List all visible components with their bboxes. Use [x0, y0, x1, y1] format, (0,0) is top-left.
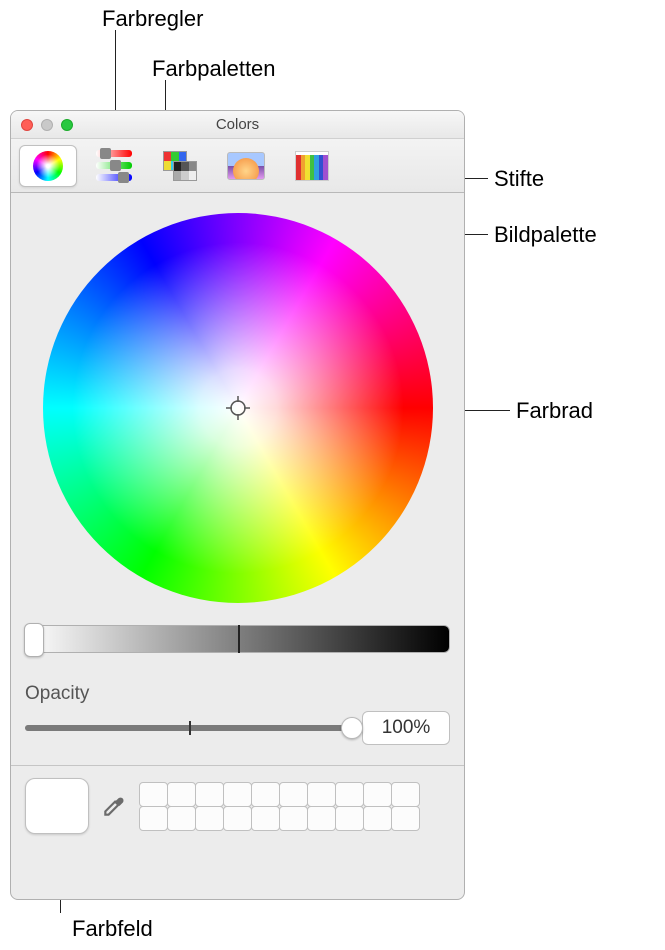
swatch-bar: [11, 765, 464, 844]
swatch-cell[interactable]: [167, 806, 196, 831]
swatch-cell[interactable]: [223, 782, 252, 807]
swatch-cell[interactable]: [391, 806, 420, 831]
swatch-cell[interactable]: [391, 782, 420, 807]
swatch-cell[interactable]: [307, 806, 336, 831]
current-color-swatch[interactable]: [25, 778, 89, 834]
opacity-value-field[interactable]: 100%: [362, 711, 450, 745]
toolbar: [11, 139, 464, 193]
swatch-cell[interactable]: [279, 782, 308, 807]
swatch-cell[interactable]: [279, 806, 308, 831]
close-button[interactable]: [21, 119, 33, 131]
callout-farbregler: Farbregler: [102, 6, 203, 32]
slider-tick: [238, 625, 240, 653]
sliders-icon: [96, 150, 132, 181]
callout-stifte: Stifte: [494, 166, 544, 192]
titlebar: Colors: [11, 111, 464, 139]
opacity-thumb[interactable]: [341, 717, 363, 739]
swatch-cell[interactable]: [363, 782, 392, 807]
callout-bildpalette: Bildpalette: [494, 222, 597, 248]
swatch-cell[interactable]: [195, 782, 224, 807]
image-icon: [227, 152, 265, 180]
pencils-icon: [295, 151, 329, 181]
color-wheel[interactable]: [43, 213, 433, 603]
eyedropper-icon: [101, 793, 127, 819]
swatch-cell[interactable]: [139, 806, 168, 831]
swatch-cell[interactable]: [223, 806, 252, 831]
callout-farbrad: Farbrad: [516, 398, 593, 424]
zoom-button[interactable]: [61, 119, 73, 131]
traffic-lights: [11, 119, 73, 131]
opacity-slider[interactable]: [25, 725, 352, 731]
swatch-cell[interactable]: [307, 782, 336, 807]
colors-window: Colors: [10, 110, 465, 900]
tab-pencils[interactable]: [283, 145, 341, 187]
swatch-grid: [139, 782, 419, 830]
swatch-cell[interactable]: [167, 782, 196, 807]
minimize-button[interactable]: [41, 119, 53, 131]
main-panel: Opacity 100%: [11, 193, 464, 899]
tab-color-palettes[interactable]: [151, 145, 209, 187]
brightness-slider[interactable]: [25, 625, 450, 653]
slider-tick: [189, 721, 191, 735]
swatch-cell[interactable]: [363, 806, 392, 831]
tab-color-wheel[interactable]: [19, 145, 77, 187]
swatch-cell[interactable]: [335, 806, 364, 831]
swatch-cell[interactable]: [251, 782, 280, 807]
palettes-icon: [163, 151, 197, 181]
wheel-cursor-icon: [226, 396, 250, 420]
tab-image-palette[interactable]: [217, 145, 275, 187]
color-wheel-icon: [33, 151, 63, 181]
brightness-thumb[interactable]: [24, 623, 44, 657]
opacity-section: Opacity 100%: [25, 683, 450, 745]
callout-farbfeld: Farbfeld: [72, 916, 153, 942]
swatch-cell[interactable]: [335, 782, 364, 807]
swatch-cell[interactable]: [139, 782, 168, 807]
callout-farbpaletten: Farbpaletten: [152, 56, 276, 82]
tab-color-sliders[interactable]: [85, 145, 143, 187]
swatch-cell[interactable]: [251, 806, 280, 831]
opacity-label: Opacity: [25, 683, 450, 705]
eyedropper-button[interactable]: [99, 791, 129, 821]
color-wheel-area: [25, 207, 450, 609]
swatch-cell[interactable]: [195, 806, 224, 831]
opacity-row: 100%: [25, 711, 450, 745]
window-title: Colors: [11, 116, 464, 133]
